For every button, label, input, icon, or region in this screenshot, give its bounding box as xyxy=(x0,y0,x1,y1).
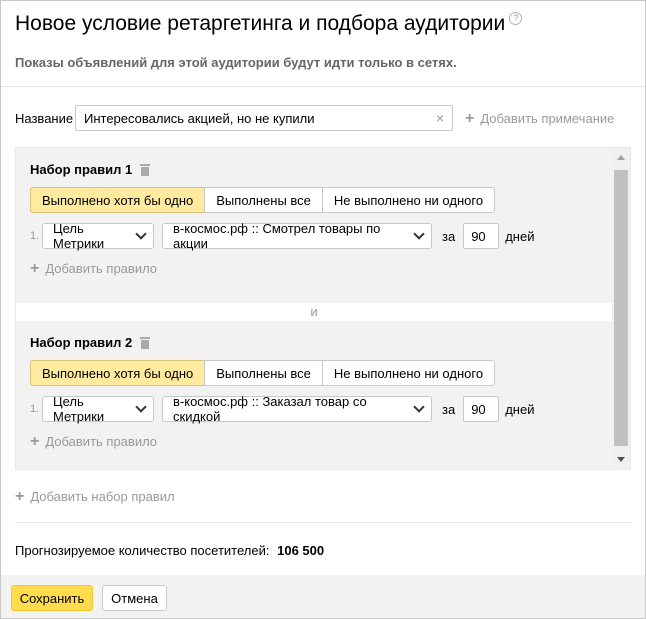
mode-selector: Выполнено хотя бы одно Выполнены все Не … xyxy=(30,187,598,213)
scrollbar[interactable] xyxy=(612,148,630,469)
days-label: дней xyxy=(505,401,535,417)
add-rule-set-label: Добавить набор правил xyxy=(30,489,175,504)
plus-icon: + xyxy=(465,109,475,127)
period-prefix: за xyxy=(442,228,456,244)
rule-sets-list: Набор правил 1 Выполнено хотя бы одно Вы… xyxy=(16,148,612,469)
goal-type-select[interactable]: Цель Метрики xyxy=(42,394,154,424)
add-rule-label: Добавить правило xyxy=(45,434,158,449)
rule-set-title: Набор правил 2 xyxy=(30,335,598,350)
plus-icon: + xyxy=(30,260,40,277)
dialog-footer: Сохранить Отмена xyxy=(1,575,645,618)
scroll-up-icon[interactable] xyxy=(617,155,625,160)
dialog-subtitle: Показы объявлений для этой аудитории буд… xyxy=(15,55,457,70)
goal-type-value: Цель Метрики xyxy=(53,221,105,251)
days-input[interactable]: 90 xyxy=(463,396,500,422)
days-input[interactable]: 90 xyxy=(463,223,500,249)
cancel-button[interactable]: Отмена xyxy=(102,585,167,611)
dialog-title: Новое условие ретаргетинга и подбора ауд… xyxy=(15,11,631,37)
rule-set-title-text: Набор правил 2 xyxy=(30,335,133,350)
add-rule-set-link[interactable]: + Добавить набор правил xyxy=(15,488,175,505)
rule-row: 1. Цель Метрики в-космос.рф :: Заказал т… xyxy=(30,394,598,424)
mode-none-button[interactable]: Не выполнено ни одного xyxy=(321,360,496,386)
rule-set-title-text: Набор правил 1 xyxy=(30,162,133,177)
mode-any-button[interactable]: Выполнено хотя бы одно xyxy=(30,360,206,386)
goal-event-select[interactable]: в-космос.рф :: Заказал товар со скидкой xyxy=(162,394,432,424)
and-separator: и xyxy=(16,303,612,321)
rule-set-1: Набор правил 1 Выполнено хотя бы одно Вы… xyxy=(16,148,612,303)
retargeting-dialog: Новое условие ретаргетинга и подбора ауд… xyxy=(0,0,646,619)
mode-all-button[interactable]: Выполнены все xyxy=(204,187,323,213)
goal-type-select[interactable]: Цель Метрики xyxy=(42,221,154,251)
rule-set-2: Набор правил 2 Выполнено хотя бы одно Вы… xyxy=(16,321,612,469)
rule-row: 1. Цель Метрики в-космос.рф :: Смотрел т… xyxy=(30,221,598,251)
period-prefix: за xyxy=(442,401,456,417)
days-label: дней xyxy=(505,228,535,244)
goal-type-value: Цель Метрики xyxy=(53,394,105,424)
name-input-value: Интересовались акцией, но не купили xyxy=(84,110,315,126)
name-input[interactable]: Интересовались акцией, но не купили × xyxy=(75,105,453,131)
mode-none-button[interactable]: Не выполнено ни одного xyxy=(321,187,496,213)
rule-sets-scroll-area: Набор правил 1 Выполнено хотя бы одно Вы… xyxy=(15,147,631,470)
add-rule-link[interactable]: + Добавить правило xyxy=(30,433,598,450)
goal-event-value: в-космос.рф :: Смотрел товары по акции xyxy=(173,221,381,251)
rule-number: 1. xyxy=(30,403,40,415)
dialog-header: Новое условие ретаргетинга и подбора ауд… xyxy=(1,1,645,87)
scroll-down-icon[interactable] xyxy=(617,457,625,462)
add-rule-label: Добавить правило xyxy=(45,261,158,276)
plus-icon: + xyxy=(15,488,25,505)
plus-icon: + xyxy=(30,433,40,450)
help-icon[interactable]: ? xyxy=(509,11,523,25)
add-note-label: Добавить примечание xyxy=(480,110,615,126)
divider xyxy=(15,522,631,523)
goal-event-value: в-космос.рф :: Заказал товар со скидкой xyxy=(173,394,367,424)
name-label: Название xyxy=(15,110,74,126)
add-rule-link[interactable]: + Добавить правило xyxy=(30,260,598,277)
dialog-title-text: Новое условие ретаргетинга и подбора ауд… xyxy=(15,12,506,35)
goal-event-select[interactable]: в-космос.рф :: Смотрел товары по акции xyxy=(162,221,432,251)
chevron-down-icon xyxy=(413,400,425,413)
rule-set-title: Набор правил 1 xyxy=(30,162,598,177)
mode-selector: Выполнено хотя бы одно Выполнены все Не … xyxy=(30,360,598,386)
trash-icon[interactable] xyxy=(140,163,151,176)
forecast-label: Прогнозируемое количество посетителей: xyxy=(15,543,270,558)
clear-icon[interactable]: × xyxy=(436,111,444,125)
chevron-down-icon xyxy=(413,227,425,240)
name-row: Название Интересовались акцией, но не ку… xyxy=(15,105,614,131)
forecast-value: 106 500 xyxy=(277,543,325,558)
chevron-down-icon xyxy=(135,400,147,413)
add-note-link[interactable]: + Добавить примечание xyxy=(465,109,615,127)
mode-all-button[interactable]: Выполнены все xyxy=(204,360,323,386)
scroll-thumb[interactable] xyxy=(614,170,628,446)
rule-number: 1. xyxy=(30,230,40,242)
chevron-down-icon xyxy=(135,227,147,240)
forecast: Прогнозируемое количество посетителей: 1… xyxy=(15,543,324,558)
mode-any-button[interactable]: Выполнено хотя бы одно xyxy=(30,187,206,213)
save-button[interactable]: Сохранить xyxy=(11,585,93,611)
trash-icon[interactable] xyxy=(140,336,151,349)
